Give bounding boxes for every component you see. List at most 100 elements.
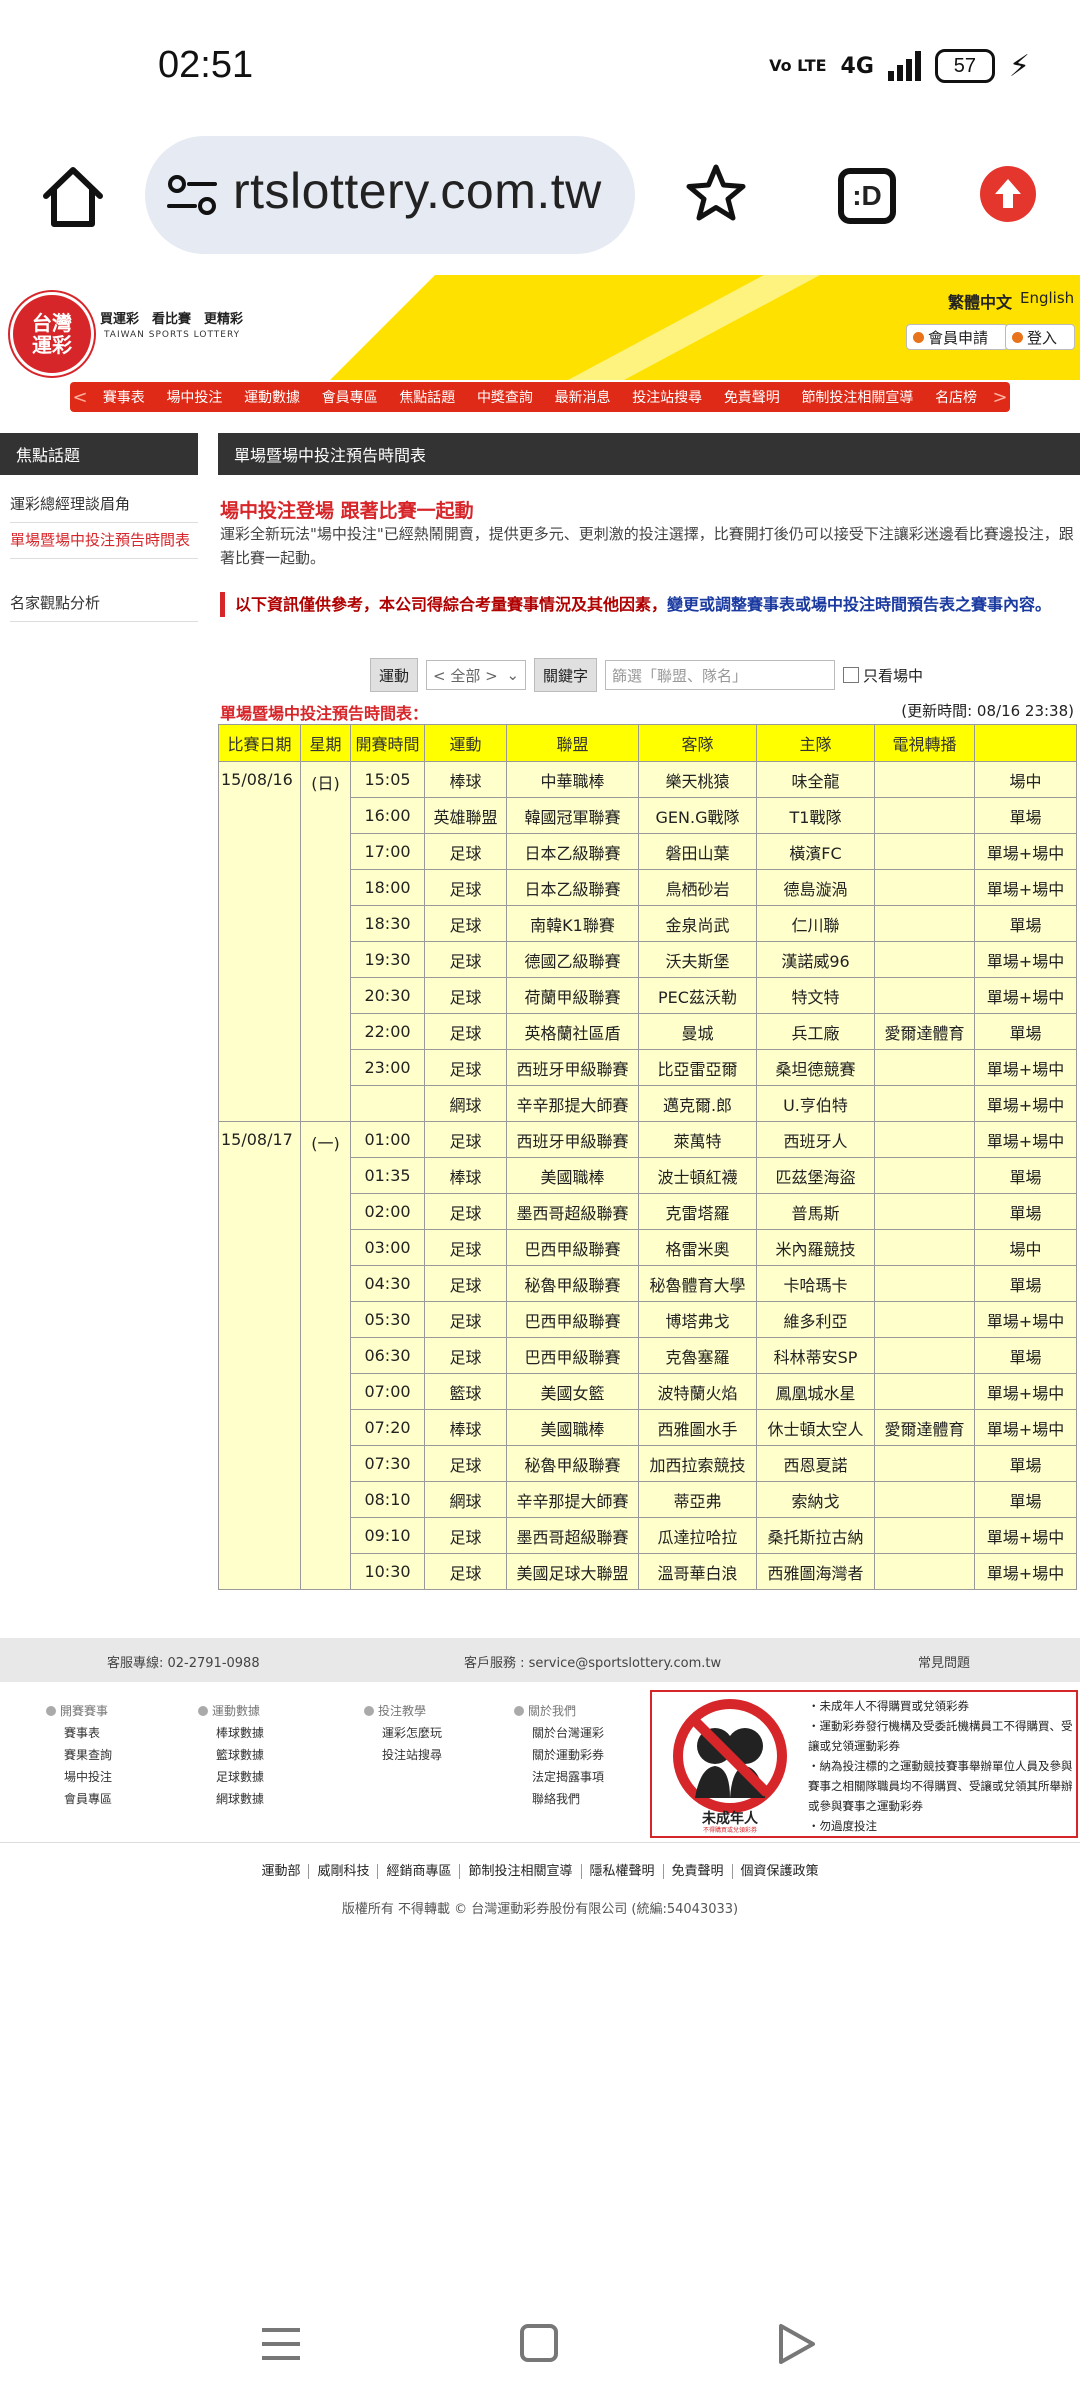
nav-item[interactable]: 中獎查詢 — [477, 387, 533, 407]
away-team: 磐田山葉 — [638, 833, 757, 870]
logo-line2: 運彩 — [32, 333, 72, 357]
tv-broadcast — [874, 941, 975, 978]
status-icons: Vo LTE 4G 57 ⚡ — [769, 44, 1030, 88]
footer-link[interactable]: 聯絡我們 — [514, 1788, 604, 1810]
site-settings-icon[interactable] — [167, 174, 217, 216]
league: 美國職棒 — [506, 1157, 639, 1194]
bet-type: 場中 — [974, 1229, 1077, 1266]
tv-broadcast: 愛爾達體育 — [874, 1409, 975, 1446]
nav-item[interactable]: 運動數據 — [244, 387, 300, 407]
start-time: 17:00 — [350, 833, 425, 870]
sport: 足球 — [424, 1517, 507, 1554]
league: 美國足球大聯盟 — [506, 1553, 639, 1590]
footer-link[interactable]: 關於運動彩券 — [514, 1744, 604, 1766]
footer-bottom-link[interactable]: 隱私權聲明 — [581, 1864, 664, 1879]
away-team: 鳥栖砂岩 — [638, 869, 757, 906]
away-team: 西雅圖水手 — [638, 1409, 757, 1446]
notice-blue-text: 變更或調整賽事表或場中投注時間預告表之賽事內容。 — [667, 595, 1052, 614]
away-team: 秘魯體育大學 — [638, 1265, 757, 1302]
footer-link[interactable]: 網球數據 — [198, 1788, 264, 1810]
footer-link[interactable]: 賽事表 — [46, 1722, 112, 1744]
faq-link[interactable]: 常見問題 — [918, 1652, 970, 1671]
nav-item[interactable]: 賽事表 — [103, 387, 145, 407]
nav-item[interactable]: 節制投注相關宣導 — [801, 387, 913, 407]
nav-item[interactable]: 名店榜 — [935, 387, 977, 407]
site-slogan-en: TAIWAN SPORTS LOTTERY — [104, 330, 241, 340]
home-team: 科林蒂安SP — [756, 1337, 875, 1374]
away-team: 樂天桃猿 — [638, 761, 757, 798]
footer-bottom-link[interactable]: 個資保護政策 — [733, 1864, 827, 1879]
home-team: 維多利亞 — [756, 1301, 875, 1338]
home-team: 普馬斯 — [756, 1193, 875, 1230]
battery-icon: 57 — [934, 49, 995, 83]
league: 美國女籃 — [506, 1373, 639, 1410]
footer-link[interactable]: 關於台灣運彩 — [514, 1722, 604, 1744]
footer-link[interactable]: 法定揭露事項 — [514, 1766, 604, 1788]
bet-type: 單場+場中 — [974, 869, 1077, 906]
sidebar-item-schedule[interactable]: 單場暨場中投注預告時間表 — [10, 522, 198, 559]
column-header: 星期 — [300, 724, 351, 762]
start-time: 18:30 — [350, 905, 425, 942]
sport: 棒球 — [424, 1157, 507, 1194]
sport-select-value: < 全部 > — [433, 666, 498, 685]
start-time: 06:30 — [350, 1337, 425, 1374]
footer-link[interactable]: 會員專區 — [46, 1788, 112, 1810]
footer-link[interactable]: 場中投注 — [46, 1766, 112, 1788]
menu-icon[interactable] — [262, 2328, 300, 2360]
member-signup-button[interactable]: 會員申請 — [906, 324, 1008, 350]
sport-select[interactable]: < 全部 > ⌄ — [426, 660, 527, 690]
home-team: 兵工廠 — [756, 1013, 875, 1050]
home-icon[interactable] — [38, 162, 108, 232]
update-button[interactable] — [980, 166, 1036, 222]
nav-prev-arrow[interactable]: < — [70, 382, 90, 412]
footer-bottom-link[interactable]: 節制投注相關宣導 — [460, 1864, 582, 1879]
lang-traditional-chinese[interactable]: 繁體中文 — [948, 289, 1012, 313]
minor-rule: ・勿過度投注 — [808, 1819, 877, 1833]
login-button[interactable]: 登入 — [1005, 324, 1075, 350]
bet-type: 單場 — [974, 905, 1077, 942]
footer-link[interactable]: 足球數據 — [198, 1766, 264, 1788]
footer-bottom-link[interactable]: 威剛科技 — [309, 1864, 379, 1879]
live-only-checkbox[interactable]: 只看場中 — [843, 665, 923, 686]
sport: 足球 — [424, 941, 507, 978]
footer-bottom-link[interactable]: 運動部 — [253, 1864, 310, 1879]
table-row: 15/08/17 (一) 01:00 足球 西班牙甲級聯賽 萊萬特 西班牙人 單場+場中 — [218, 1121, 1077, 1590]
footer-link[interactable]: 運彩怎麼玩 — [364, 1722, 442, 1744]
footer-link[interactable]: 投注站搜尋 — [364, 1744, 442, 1766]
url-text: rtslottery.com.tw — [233, 163, 602, 219]
footer-link[interactable]: 賽果查詢 — [46, 1744, 112, 1766]
tv-broadcast — [874, 1337, 975, 1374]
tv-broadcast — [874, 905, 975, 942]
back-icon[interactable] — [779, 2324, 815, 2364]
bookmark-star-icon[interactable] — [684, 162, 748, 226]
site-slogan: 買運彩 看比賽 更精彩 — [100, 312, 244, 327]
nav-item[interactable]: 免責聲明 — [724, 387, 780, 407]
site-logo[interactable]: 台灣 運彩 — [10, 292, 94, 376]
address-bar[interactable]: rtslottery.com.tw — [145, 136, 635, 254]
keyword-input[interactable]: 篩選「聯盟、隊名」 — [605, 660, 836, 690]
footer-link[interactable]: 棒球數據 — [198, 1722, 264, 1744]
nav-item[interactable]: 最新消息 — [555, 387, 611, 407]
lang-english[interactable]: English — [1020, 289, 1074, 307]
league: 西班牙甲級聯賽 — [506, 1121, 639, 1158]
nav-item[interactable]: 投注站搜尋 — [632, 387, 702, 407]
home-square-icon[interactable] — [520, 2324, 558, 2362]
start-time: 08:10 — [350, 1481, 425, 1518]
footer-link[interactable]: 籃球數據 — [198, 1744, 264, 1766]
service-email[interactable]: 客戶服務 : service@sportslottery.com.tw — [464, 1652, 721, 1671]
nav-next-arrow[interactable]: > — [990, 382, 1010, 412]
league: 荷蘭甲級聯賽 — [506, 977, 639, 1014]
nav-item[interactable]: 焦點話題 — [399, 387, 455, 407]
away-team: 克雷塔羅 — [638, 1193, 757, 1230]
sidebar-item-manager-talk[interactable]: 運彩總經理談眉角 — [10, 486, 198, 523]
footer-bottom-link[interactable]: 免責聲明 — [663, 1864, 733, 1879]
nav-item[interactable]: 會員專區 — [322, 387, 378, 407]
column-header: 客隊 — [638, 724, 757, 762]
tv-broadcast — [874, 1157, 975, 1194]
away-team: PEC茲沃勒 — [638, 977, 757, 1014]
sidebar-item-expert-analysis[interactable]: 名家觀點分析 — [10, 585, 198, 622]
tabs-button[interactable]: :D — [838, 168, 896, 224]
footer-bottom-link[interactable]: 經銷商專區 — [378, 1864, 461, 1879]
nav-item[interactable]: 場中投注 — [166, 387, 222, 407]
tv-broadcast: 愛爾達體育 — [874, 1013, 975, 1050]
